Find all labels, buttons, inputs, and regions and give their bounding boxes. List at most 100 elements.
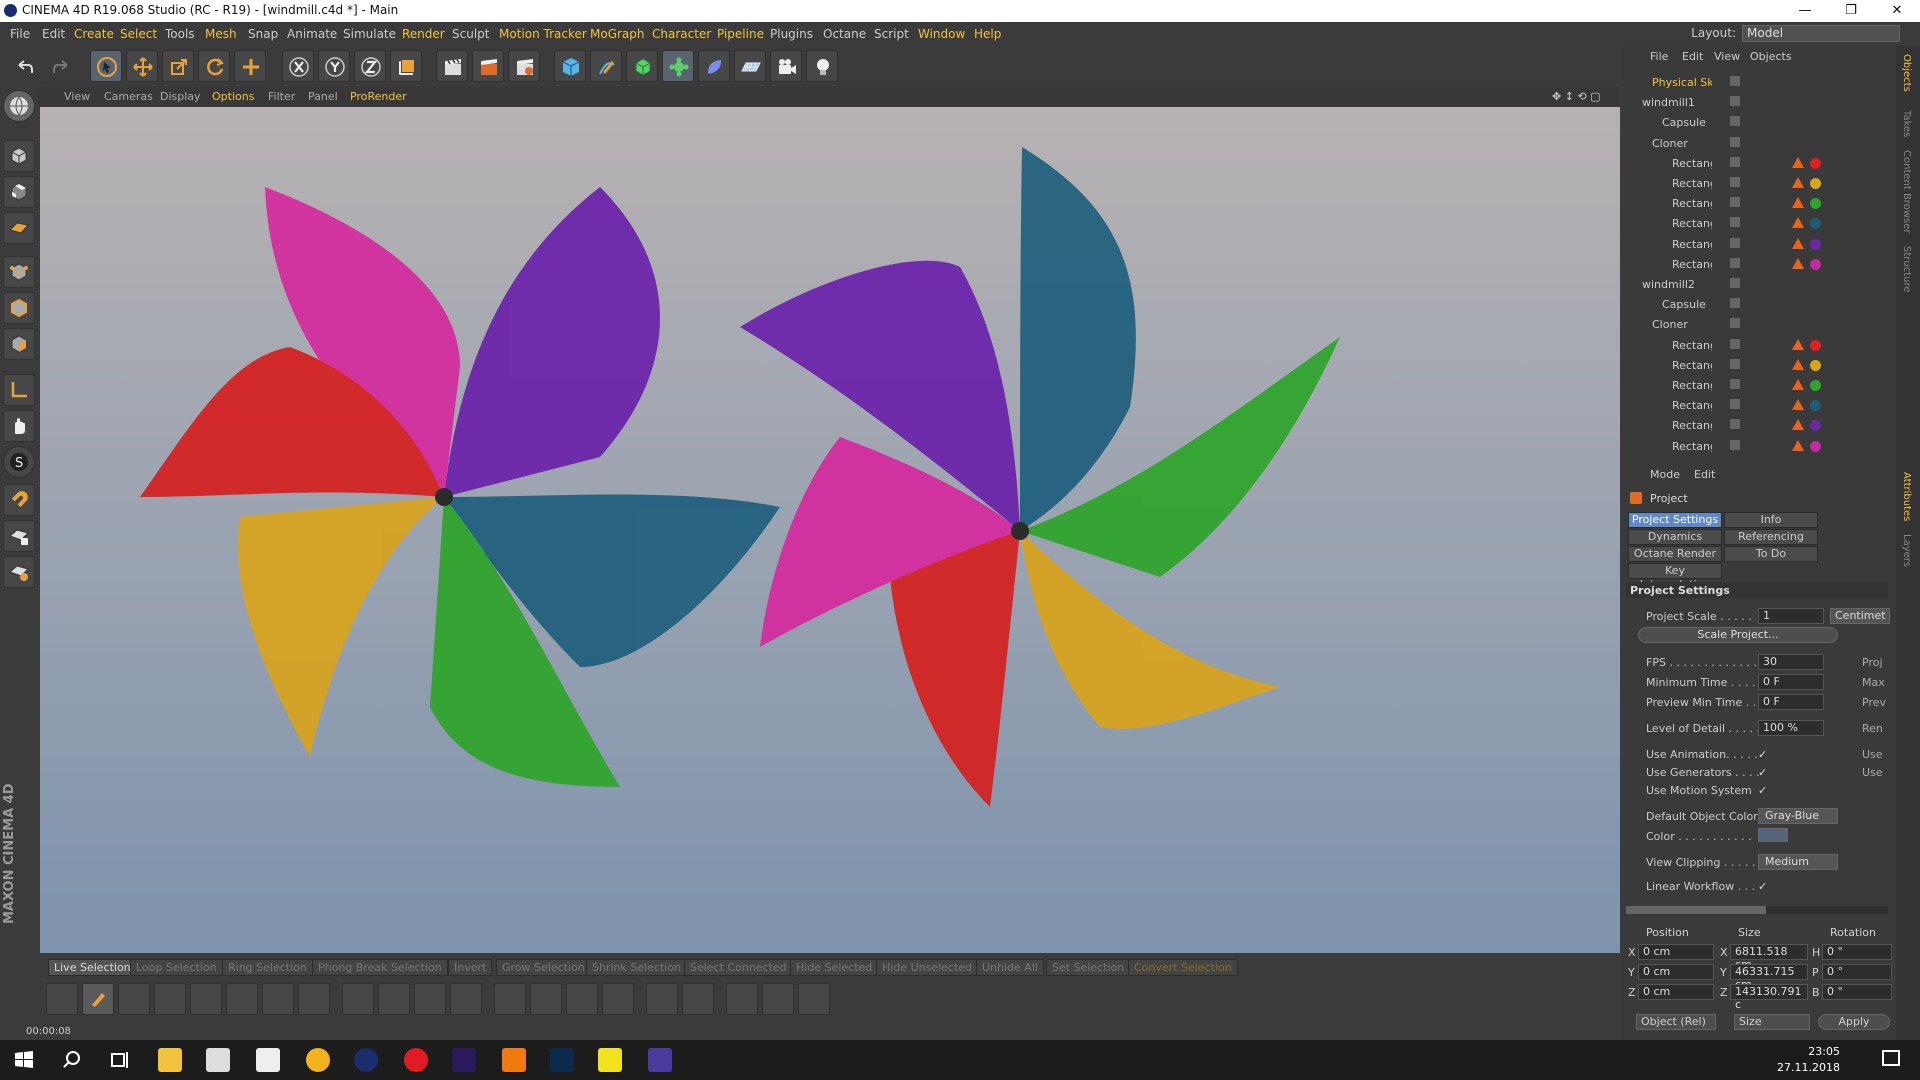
close-button[interactable]: ✕ [1874, 0, 1920, 22]
object-row[interactable]: Rectangle [1622, 335, 1896, 355]
object-row[interactable]: windmill2 [1622, 274, 1896, 294]
object-name[interactable]: Rectangle [1672, 197, 1712, 210]
attr-horizontal-scrollbar[interactable] [1626, 906, 1888, 914]
material-tag-icon[interactable] [1810, 258, 1821, 270]
side-tab-content-browser[interactable]: Content Browser [1901, 150, 1912, 233]
menu-create[interactable]: Create [74, 27, 114, 41]
tab-info[interactable]: Info [1724, 512, 1818, 528]
visibility-toggle[interactable] [1730, 358, 1740, 369]
snap-button[interactable]: S [3, 446, 35, 478]
move-tool-button[interactable] [126, 50, 158, 82]
visibility-toggle[interactable] [1730, 177, 1740, 187]
tab-octane-render[interactable]: Octane Render [1628, 546, 1722, 562]
cloner-button[interactable] [662, 50, 694, 82]
menu-pipeline[interactable]: Pipeline [717, 27, 764, 41]
material-tag-icon[interactable] [1810, 359, 1821, 371]
obj-menu-view[interactable]: View [1714, 50, 1740, 63]
menu-select[interactable]: Select [120, 27, 157, 41]
visibility-toggle[interactable] [1730, 197, 1740, 208]
notifications-icon[interactable] [1882, 1050, 1900, 1066]
z-axis-button[interactable] [354, 50, 386, 82]
menu-tools[interactable]: Tools [165, 27, 195, 41]
menu-sculpt[interactable]: Sculpt [452, 27, 489, 41]
position-input[interactable]: 0 cm [1638, 944, 1714, 960]
object-row[interactable]: Capsule [1622, 112, 1896, 132]
solo-button[interactable] [3, 556, 35, 588]
mirror-button[interactable] [682, 983, 714, 1015]
vp-menu-options[interactable]: Options [212, 90, 254, 103]
attr-menu-mode[interactable]: Mode [1650, 468, 1680, 481]
render-settings-button[interactable] [508, 50, 540, 82]
tab-dynamics[interactable]: Dynamics [1628, 529, 1722, 545]
mail-icon[interactable] [256, 1048, 280, 1072]
invert-button[interactable]: Invert [448, 959, 493, 976]
hide-unselected-button[interactable]: Hide Unselected [876, 959, 979, 976]
chrome-icon[interactable] [306, 1048, 330, 1072]
menu-mograph[interactable]: MoGraph [590, 27, 645, 41]
scrollbar-thumb[interactable] [1626, 906, 1766, 914]
phong-tag-icon[interactable] [1792, 257, 1804, 269]
object-row[interactable]: Capsule [1622, 294, 1896, 314]
subdivision-surface-button[interactable] [626, 50, 658, 82]
loop-selection-button[interactable]: Loop Selection [130, 959, 223, 976]
material-tag-icon[interactable] [1810, 218, 1821, 230]
material-tag-icon[interactable] [1810, 400, 1821, 412]
tab-referencing[interactable]: Referencing [1724, 529, 1818, 545]
mesh-tool-button[interactable] [46, 983, 78, 1015]
live-selection-tool-button[interactable] [234, 50, 266, 82]
points-mode-button[interactable] [3, 256, 35, 288]
visibility-toggle[interactable] [1730, 338, 1740, 349]
tab-project-settings[interactable]: Project Settings [1628, 512, 1722, 528]
default-color-dropdown[interactable]: Gray-Blue [1758, 808, 1838, 824]
object-name[interactable]: Rectangle [1672, 339, 1712, 352]
object-name[interactable]: Rectangle [1672, 157, 1712, 170]
visibility-toggle[interactable] [1730, 379, 1740, 389]
material-tag-icon[interactable] [1810, 198, 1821, 210]
object-name[interactable]: Cloner [1652, 318, 1688, 331]
axis-mode-button[interactable] [3, 374, 35, 406]
menu-window[interactable]: Window [918, 27, 965, 41]
object-row[interactable]: Rectangle [1622, 173, 1896, 193]
mesh-tool-button-3[interactable] [298, 983, 330, 1015]
side-tab-objects[interactable]: Objects [1901, 54, 1912, 92]
phong-tag-icon[interactable] [1792, 379, 1804, 390]
use-animation-checkbox[interactable]: ✓ [1758, 748, 1770, 761]
fps-input[interactable]: 30 [1758, 654, 1824, 670]
3d-viewport[interactable] [40, 107, 1620, 953]
object-name[interactable]: Rectangle [1672, 217, 1712, 230]
visibility-toggle[interactable] [1730, 257, 1740, 268]
object-name[interactable]: Rectangle [1672, 238, 1712, 251]
store-icon[interactable] [206, 1048, 230, 1072]
pen-spline-button[interactable] [590, 50, 622, 82]
use-motion-checkbox[interactable]: ✓ [1758, 784, 1770, 797]
phong-tag-icon[interactable] [1792, 439, 1804, 451]
phong-tag-icon[interactable] [1792, 177, 1804, 188]
coord-size-dropdown[interactable]: Size [1734, 1014, 1810, 1030]
vp-menu-cameras[interactable]: Cameras [104, 90, 153, 103]
preview-min-time-input[interactable]: 0 F [1758, 694, 1824, 710]
add-point-button[interactable] [726, 983, 758, 1015]
poly-pen-button[interactable] [798, 983, 830, 1015]
side-tab-structure[interactable]: Structure [1901, 246, 1912, 293]
planar-workplane-button[interactable] [3, 520, 35, 552]
select-tool-button[interactable] [90, 50, 122, 82]
visibility-toggle[interactable] [1730, 217, 1740, 228]
phong-tag-icon[interactable] [1792, 197, 1804, 209]
object-name[interactable]: Rectangle [1672, 258, 1712, 271]
convert-selection-button[interactable]: Convert Selection [1128, 959, 1238, 976]
menu-octane[interactable]: Octane [823, 27, 866, 41]
vp-menu-filter[interactable]: Filter [268, 90, 295, 103]
object-name[interactable]: Cloner [1652, 137, 1688, 150]
vp-menu-view[interactable]: View [64, 90, 90, 103]
align-button[interactable] [646, 983, 678, 1015]
menu-script[interactable]: Script [874, 27, 909, 41]
melt-button[interactable] [566, 983, 598, 1015]
visibility-toggle[interactable] [1730, 278, 1740, 288]
object-name[interactable]: Rectangle [1672, 379, 1712, 392]
object-row[interactable]: Rectangle [1622, 375, 1896, 395]
deformer-button[interactable] [698, 50, 730, 82]
menu-plugins[interactable]: Plugins [770, 27, 813, 41]
menu-edit[interactable]: Edit [42, 27, 65, 41]
object-row[interactable]: Cloner [1622, 133, 1896, 153]
visibility-toggle[interactable] [1730, 116, 1740, 127]
